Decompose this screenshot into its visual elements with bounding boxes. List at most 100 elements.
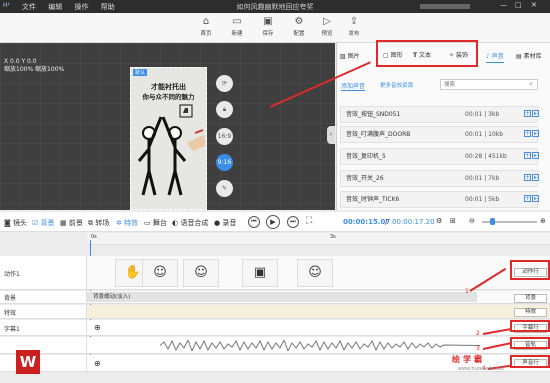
timeline-settings-icon[interactable]: ⚙ [436, 217, 442, 225]
keyframe-thumb[interactable]: ☺ [142, 259, 178, 287]
tab-library[interactable]: ▤ 素材库 [516, 50, 542, 63]
tl-background[interactable]: ☑ 背景 [32, 218, 55, 228]
coordinate-readout: X 0.0 Y 0.0 缩放100% 缩放100% [4, 58, 65, 73]
timeline-more-icon[interactable]: ⊞ [450, 217, 456, 225]
add-subtitle-icon[interactable]: ⊕ [94, 323, 101, 332]
tab-image[interactable]: ▨ 图片 [340, 50, 360, 63]
background-icon: ☑ [32, 219, 39, 227]
minimize-icon[interactable]: — [500, 1, 507, 9]
user-account[interactable] [420, 4, 470, 9]
camera-icon: ◙ [4, 219, 11, 227]
annotation-2: 2 [476, 330, 480, 337]
add-sound-icon[interactable]: + [524, 110, 531, 117]
maximize-icon[interactable]: □ [515, 1, 522, 9]
sound-item[interactable]: 音效_开关_26 00:01 | 7kb + ▸ [340, 170, 539, 187]
tl-record[interactable]: ● 录音 [214, 218, 236, 228]
track-area[interactable]: 背景缓动(淡入) [87, 291, 550, 303]
highlight-box-subtitle [510, 320, 550, 332]
search-input[interactable] [444, 81, 524, 89]
add-sound-row-icon[interactable]: ⊕ [94, 359, 101, 368]
ratio-9-16-button[interactable]: 9:16 [216, 154, 233, 171]
play-button[interactable]: ▶ [266, 215, 280, 229]
panel-collapse-handle[interactable]: › [327, 126, 335, 144]
keyframe-thumb[interactable]: ▣ [242, 259, 278, 287]
record-icon: ● [214, 219, 221, 227]
ratio-16-9-button[interactable]: 16:9 [216, 128, 233, 145]
transition-icon: ⧉ [88, 219, 93, 227]
fullscreen-icon[interactable]: ⛶ [306, 216, 312, 226]
watermark-site: www.huixueba.net [458, 366, 505, 372]
zoom-out-icon[interactable]: ⊖ [469, 217, 475, 225]
search-icon[interactable]: ⌕ [529, 80, 533, 89]
sound-item[interactable]: 音效_叮满腹声_DOORB 00:01 | 10kb + ▸ [340, 126, 539, 143]
headline-line2: 你与众不同的魅力 [142, 93, 195, 101]
save-button[interactable]: ▣ 保存 [257, 16, 279, 37]
tl-tts[interactable]: ◐ 语音合成 [172, 218, 208, 228]
zoom-slider-handle[interactable] [490, 218, 495, 225]
lock-icon[interactable]: 🔒︎ [216, 101, 233, 118]
subtab-add-sound[interactable]: 添加声音 [341, 81, 366, 91]
main-toolbar: ⌂ 首页 ▭ 新建 ▣ 保存 ⚙ 配置 ▷ 预览 ⇪ 发布 [0, 13, 550, 43]
preview-button[interactable]: ▷ 预览 [316, 16, 338, 37]
annotation-3: 3 [476, 345, 480, 352]
close-icon[interactable]: ✕ [531, 1, 537, 9]
highlight-box-audio [510, 337, 550, 349]
save-icon: ▣ [263, 16, 273, 27]
highlight-box-sound [510, 355, 550, 368]
sound-item[interactable]: 音效_复印机_5 00:28 | 451kb + ▸ [340, 148, 539, 165]
scene-preview[interactable]: 默认 才能衬托出 你与众不同的魅力 [130, 67, 207, 210]
add-effect-button[interactable]: 特效 [514, 308, 547, 317]
gear-icon: ⚙ [294, 16, 304, 27]
subtab-more-sounds[interactable]: 更多音效资源 [380, 81, 413, 89]
title-bar: H¹ 文件 编辑 操作 帮助 如何风趣幽默地回应夸奖 — □ ✕ [0, 0, 550, 13]
preview-icon: ▷ [323, 16, 331, 27]
scene-tag: 默认 [133, 69, 148, 76]
watermark-text: 绘学霸 [452, 355, 485, 364]
publish-icon: ⇪ [349, 16, 359, 27]
new-button[interactable]: ▭ 新建 [226, 16, 248, 37]
add-background-button[interactable]: 背景 [514, 294, 547, 303]
zoom-in-icon[interactable]: ⊕ [540, 217, 546, 225]
new-file-icon: ▭ [232, 16, 242, 27]
sound-item[interactable]: 音效_按钮_SND051 00:01 | 3kb + ▸ [340, 106, 539, 123]
play-sound-icon[interactable]: ▸ [532, 130, 539, 137]
keyframe-thumb[interactable]: ☺ [297, 259, 333, 287]
tl-camera[interactable]: ◙ 镜头 [4, 218, 27, 228]
high-five-illustration [137, 104, 205, 196]
rotate-icon[interactable]: ⟳ [216, 75, 233, 92]
tl-effect[interactable]: ✲ 特效 [116, 218, 138, 228]
search-box[interactable]: ⌕ [440, 79, 538, 90]
config-button[interactable]: ⚙ 配置 [288, 16, 310, 37]
highlight-box-tabs [376, 40, 478, 67]
keyframe-thumb[interactable]: ☺ [183, 259, 219, 287]
current-time: 00:00:15.07 [343, 218, 391, 226]
add-sound-icon[interactable]: + [524, 152, 531, 159]
tl-transition[interactable]: ⧉ 转场 [88, 218, 109, 228]
next-frame-button[interactable]: ⏭ [287, 216, 299, 228]
add-sound-icon[interactable]: + [524, 130, 531, 137]
prev-frame-button[interactable]: ⏮ [248, 216, 260, 228]
tl-foreground[interactable]: ▦ 前景 [60, 218, 83, 228]
tl-stage[interactable]: ▭ 舞台 [144, 218, 167, 228]
track-area[interactable] [87, 305, 550, 318]
publish-button[interactable]: ⇪ 发布 [343, 16, 365, 37]
home-button[interactable]: ⌂ 首页 [195, 16, 217, 37]
add-sound-icon[interactable]: + [524, 174, 531, 181]
background-bar[interactable]: 背景缓动(淡入) [87, 292, 477, 302]
play-sound-icon[interactable]: ▸ [532, 110, 539, 117]
add-sound-icon[interactable]: + [524, 195, 531, 202]
edit-icon[interactable]: ✎ [216, 180, 233, 197]
effect-icon: ✲ [116, 219, 122, 227]
sound-item[interactable]: 音效_时钟声_TICK6 00:01 | 5kb + ▸ [340, 191, 539, 208]
tab-sound[interactable]: ♪ 声音 [486, 50, 504, 63]
foreground-icon: ▦ [60, 219, 67, 227]
play-sound-icon[interactable]: ▸ [532, 174, 539, 181]
timeline-toolbar: ◙ 镜头 ☑ 背景 ▦ 前景 ⧉ 转场 ✲ 特效 ▭ 舞台 ◐ 语音合成 ● 录… [0, 212, 550, 232]
audio-waveform[interactable] [160, 340, 480, 351]
time-ruler[interactable]: 0s 3s [87, 233, 550, 245]
highlight-box-action [510, 260, 550, 280]
track-header-column [0, 256, 87, 372]
library-icon: ▤ [516, 53, 522, 60]
play-sound-icon[interactable]: ▸ [532, 152, 539, 159]
play-sound-icon[interactable]: ▸ [532, 195, 539, 202]
